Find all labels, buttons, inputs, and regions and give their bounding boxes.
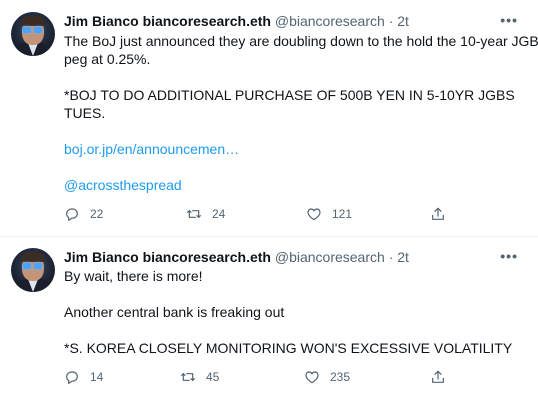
- separator-dot: ·: [388, 13, 394, 29]
- like-icon: [306, 206, 322, 222]
- author-name[interactable]: Jim Bianco biancoresearch.eth: [64, 13, 271, 29]
- tweet[interactable]: Jim Bianco biancoresearch.eth @biancores…: [0, 237, 538, 406]
- share-icon: [430, 369, 446, 385]
- mention-link[interactable]: @acrossthespread: [64, 176, 182, 194]
- reply-count: 22: [90, 207, 104, 221]
- reply-icon: [64, 369, 80, 385]
- tweet-text-line: The BoJ just announced they are doubling…: [64, 33, 538, 49]
- tweet-timestamp[interactable]: 2t: [397, 249, 409, 265]
- separator-dot: ·: [388, 249, 394, 265]
- share-button[interactable]: [430, 368, 446, 386]
- more-icon[interactable]: •••: [500, 248, 518, 264]
- author-handle[interactable]: @biancoresearch: [275, 249, 385, 265]
- share-button[interactable]: [430, 205, 446, 223]
- tweet-text-line: Another central bank is freaking out: [64, 304, 285, 320]
- tweet-text-line: *BOJ TO DO ADDITIONAL PURCHASE OF 500B Y…: [64, 87, 515, 103]
- reply-button[interactable]: 14: [64, 368, 103, 386]
- like-button[interactable]: 235: [304, 368, 350, 386]
- like-button[interactable]: 121: [306, 205, 352, 223]
- retweet-icon: [186, 206, 202, 222]
- tweet-text-line: *S. KOREA CLOSELY MONITORING WON'S EXCES…: [64, 340, 513, 356]
- like-count: 235: [330, 370, 351, 384]
- retweet-icon: [180, 369, 196, 385]
- tweet-link[interactable]: boj.or.jp/en/announcemen…: [64, 140, 239, 158]
- tweet-header: Jim Bianco biancoresearch.eth @biancores…: [64, 248, 409, 266]
- tweet-timestamp[interactable]: 2t: [397, 13, 409, 29]
- author-handle[interactable]: @biancoresearch: [275, 13, 385, 29]
- retweet-button[interactable]: 45: [180, 368, 219, 386]
- avatar[interactable]: [11, 248, 55, 292]
- reply-count: 14: [90, 370, 104, 384]
- author-name[interactable]: Jim Bianco biancoresearch.eth: [64, 249, 271, 265]
- retweet-count: 24: [212, 207, 226, 221]
- like-icon: [304, 369, 320, 385]
- tweet-text-line: peg at 0.25%.: [64, 51, 151, 67]
- like-count: 121: [332, 207, 353, 221]
- avatar[interactable]: [11, 12, 55, 56]
- tweet[interactable]: Jim Bianco biancoresearch.eth @biancores…: [0, 0, 538, 237]
- tweet-text-line: TUES.: [64, 105, 106, 121]
- more-icon[interactable]: •••: [500, 12, 518, 28]
- share-icon: [430, 206, 446, 222]
- retweet-button[interactable]: 24: [186, 205, 225, 223]
- tweet-text-line: By wait, there is more!: [64, 268, 203, 284]
- tweet-header: Jim Bianco biancoresearch.eth @biancores…: [64, 12, 409, 30]
- reply-icon: [64, 206, 80, 222]
- reply-button[interactable]: 22: [64, 205, 103, 223]
- retweet-count: 45: [206, 370, 220, 384]
